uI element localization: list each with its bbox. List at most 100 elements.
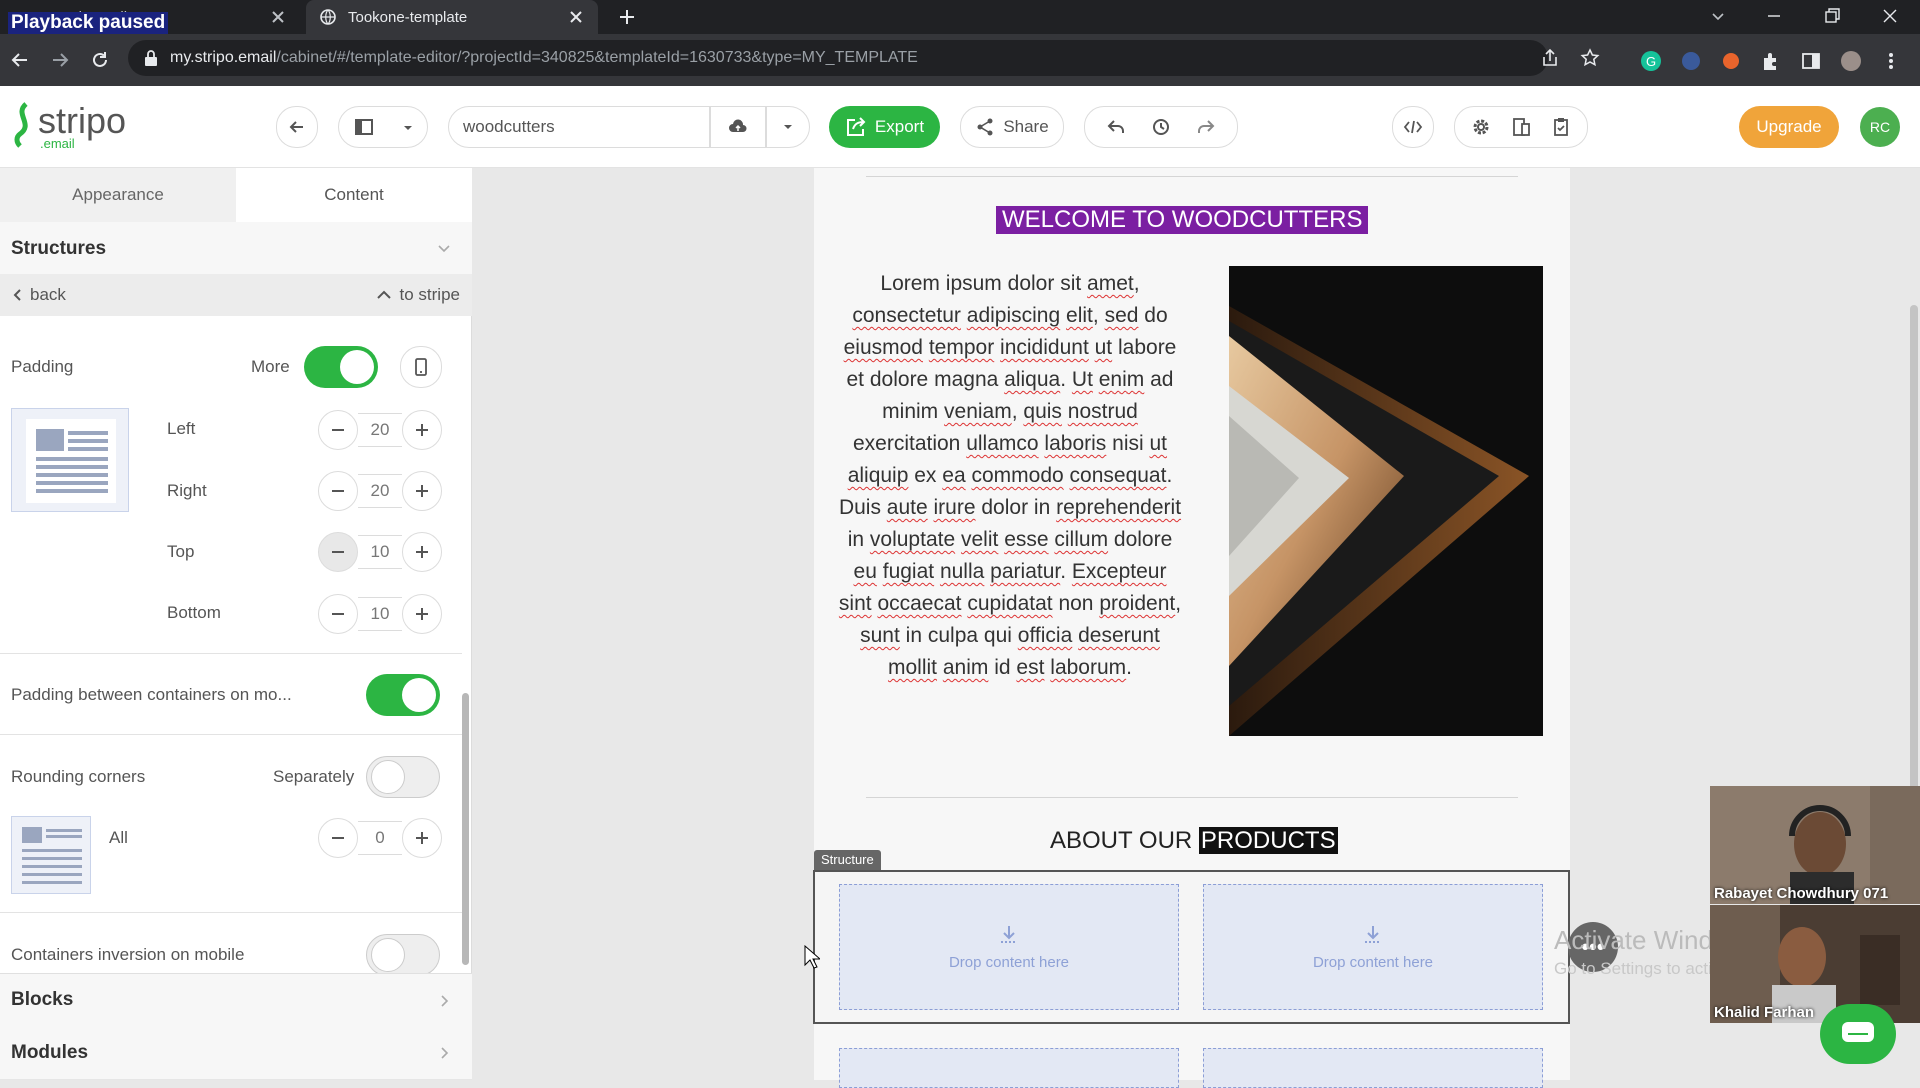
misspelled-word[interactable]: ut	[1095, 336, 1113, 359]
misspelled-word[interactable]: pariatur	[990, 560, 1060, 583]
misspelled-word[interactable]: elit	[1066, 304, 1093, 327]
increment-button[interactable]	[402, 410, 442, 450]
misspelled-word[interactable]: irure	[934, 496, 976, 519]
back-button[interactable]	[276, 106, 318, 148]
lock-icon[interactable]	[144, 50, 158, 66]
drop-zone[interactable]	[839, 1048, 1179, 1088]
minimize-icon[interactable]	[1764, 6, 1784, 26]
padding-top-value[interactable]: 10	[358, 535, 402, 569]
misspelled-word[interactable]: eu	[854, 560, 877, 583]
padding-between-toggle[interactable]	[366, 674, 440, 716]
misspelled-word[interactable]: ea	[942, 464, 965, 487]
misspelled-word[interactable]: commodo	[971, 464, 1063, 487]
drop-zone-right[interactable]: Drop content here	[1203, 884, 1543, 1010]
misspelled-word[interactable]: adipiscing	[967, 304, 1060, 327]
misspelled-word[interactable]: est	[1016, 656, 1044, 679]
misspelled-word[interactable]: cupidatat	[967, 592, 1052, 615]
close-tab-icon[interactable]	[270, 9, 286, 25]
misspelled-word[interactable]: tempor	[929, 336, 994, 359]
layout-toggle-button[interactable]	[338, 106, 428, 148]
misspelled-word[interactable]: velit	[961, 528, 998, 551]
chat-support-button[interactable]	[1820, 1004, 1896, 1064]
structures-section-header[interactable]: Structures	[0, 222, 472, 276]
misspelled-word[interactable]: anim	[943, 656, 989, 679]
misspelled-word[interactable]: aliquip	[848, 464, 909, 487]
export-button[interactable]: Export	[829, 106, 940, 148]
mobile-settings-button[interactable]	[400, 346, 442, 388]
reload-icon[interactable]	[90, 50, 110, 70]
misspelled-word[interactable]: sed	[1105, 304, 1139, 327]
misspelled-word[interactable]: Excepteur	[1072, 560, 1167, 583]
tab-search-icon[interactable]	[1708, 6, 1728, 26]
close-tab-icon[interactable]	[568, 9, 584, 25]
browser-menu-icon[interactable]	[1880, 50, 1902, 72]
drop-zone[interactable]	[1203, 1048, 1543, 1088]
misspelled-word[interactable]: Ut	[1072, 368, 1093, 391]
misspelled-word[interactable]: nostrud	[1068, 400, 1138, 423]
restore-icon[interactable]	[1822, 6, 1842, 26]
template-name-input[interactable]	[448, 106, 710, 148]
close-window-icon[interactable]	[1880, 6, 1900, 26]
misspelled-word[interactable]: ullamco	[966, 432, 1038, 455]
misspelled-word[interactable]: enim	[1099, 368, 1145, 391]
misspelled-word[interactable]: ut	[1150, 432, 1168, 455]
rounding-all-value[interactable]: 0	[358, 821, 402, 855]
gear-icon[interactable]	[1471, 117, 1491, 137]
padding-bottom-value[interactable]: 10	[358, 597, 402, 631]
misspelled-word[interactable]: officia	[1018, 624, 1072, 647]
padding-right-value[interactable]: 20	[358, 474, 402, 508]
misspelled-word[interactable]: fugiat	[883, 560, 934, 583]
misspelled-word[interactable]: occaecat	[877, 592, 961, 615]
decrement-button[interactable]	[318, 471, 358, 511]
tab-content[interactable]: Content	[236, 168, 472, 222]
misspelled-word[interactable]: consectetur	[852, 304, 961, 327]
history-icon[interactable]	[1151, 117, 1171, 137]
containers-inversion-toggle[interactable]	[366, 934, 440, 976]
rounding-separately-toggle[interactable]	[366, 756, 440, 798]
redo-icon[interactable]	[1196, 117, 1216, 137]
misspelled-word[interactable]: nulla	[940, 560, 984, 583]
structure-tag[interactable]: Structure	[814, 850, 881, 870]
misspelled-word[interactable]: veniam	[944, 400, 1012, 423]
decrement-button[interactable]	[318, 532, 358, 572]
sidebar-scrollbar[interactable]	[462, 693, 469, 965]
url-text[interactable]: my.stripo.email/cabinet/#/template-edito…	[170, 49, 918, 67]
decrement-button[interactable]	[318, 594, 358, 634]
about-products-heading[interactable]: ABOUT OUR PRODUCTS	[1050, 827, 1338, 855]
profile-icon[interactable]	[1840, 50, 1862, 72]
misspelled-word[interactable]: esse	[1004, 528, 1048, 551]
share-page-icon[interactable]	[1540, 48, 1560, 68]
decrement-button[interactable]	[318, 818, 358, 858]
extension-icon[interactable]	[1680, 50, 1702, 72]
canvas-scrollbar[interactable]	[1910, 305, 1918, 805]
undo-icon[interactable]	[1106, 117, 1126, 137]
user-avatar[interactable]: RC	[1860, 107, 1900, 147]
lorem-paragraph[interactable]: Lorem ipsum dolor sit amet, consectetur …	[838, 268, 1182, 684]
misspelled-word[interactable]: amet	[1087, 272, 1134, 295]
address-bar[interactable]: my.stripo.email/cabinet/#/template-edito…	[128, 40, 1600, 76]
misspelled-word[interactable]: quis	[1023, 400, 1062, 423]
modules-section-header[interactable]: Modules	[0, 1026, 472, 1080]
misspelled-word[interactable]: mollit	[888, 656, 937, 679]
misspelled-word[interactable]: laborum	[1050, 656, 1126, 679]
misspelled-word[interactable]: proident	[1099, 592, 1175, 615]
misspelled-word[interactable]: laboris	[1044, 432, 1106, 455]
to-stripe-link[interactable]: to stripe	[376, 285, 460, 305]
puzzle-extensions-icon[interactable]	[1760, 50, 1782, 72]
misspelled-word[interactable]: sunt	[860, 624, 900, 647]
drop-zone-left[interactable]: Drop content here	[839, 884, 1179, 1010]
bookmark-star-icon[interactable]	[1580, 48, 1600, 68]
increment-button[interactable]	[402, 594, 442, 634]
grammarly-extension-icon[interactable]: G	[1640, 50, 1662, 72]
extension-icon[interactable]	[1720, 50, 1742, 72]
misspelled-word[interactable]: deserunt	[1078, 624, 1160, 647]
new-tab-icon[interactable]	[618, 8, 636, 26]
misspelled-word[interactable]: incididunt	[1000, 336, 1089, 359]
misspelled-word[interactable]: eiusmod	[844, 336, 923, 359]
padding-more-toggle[interactable]	[304, 346, 378, 388]
misspelled-word[interactable]: cillum	[1054, 528, 1108, 551]
code-editor-button[interactable]	[1392, 106, 1434, 148]
back-arrow-icon[interactable]	[10, 50, 30, 70]
misspelled-word[interactable]: reprehenderit	[1056, 496, 1181, 519]
save-to-cloud-button[interactable]	[710, 106, 766, 148]
